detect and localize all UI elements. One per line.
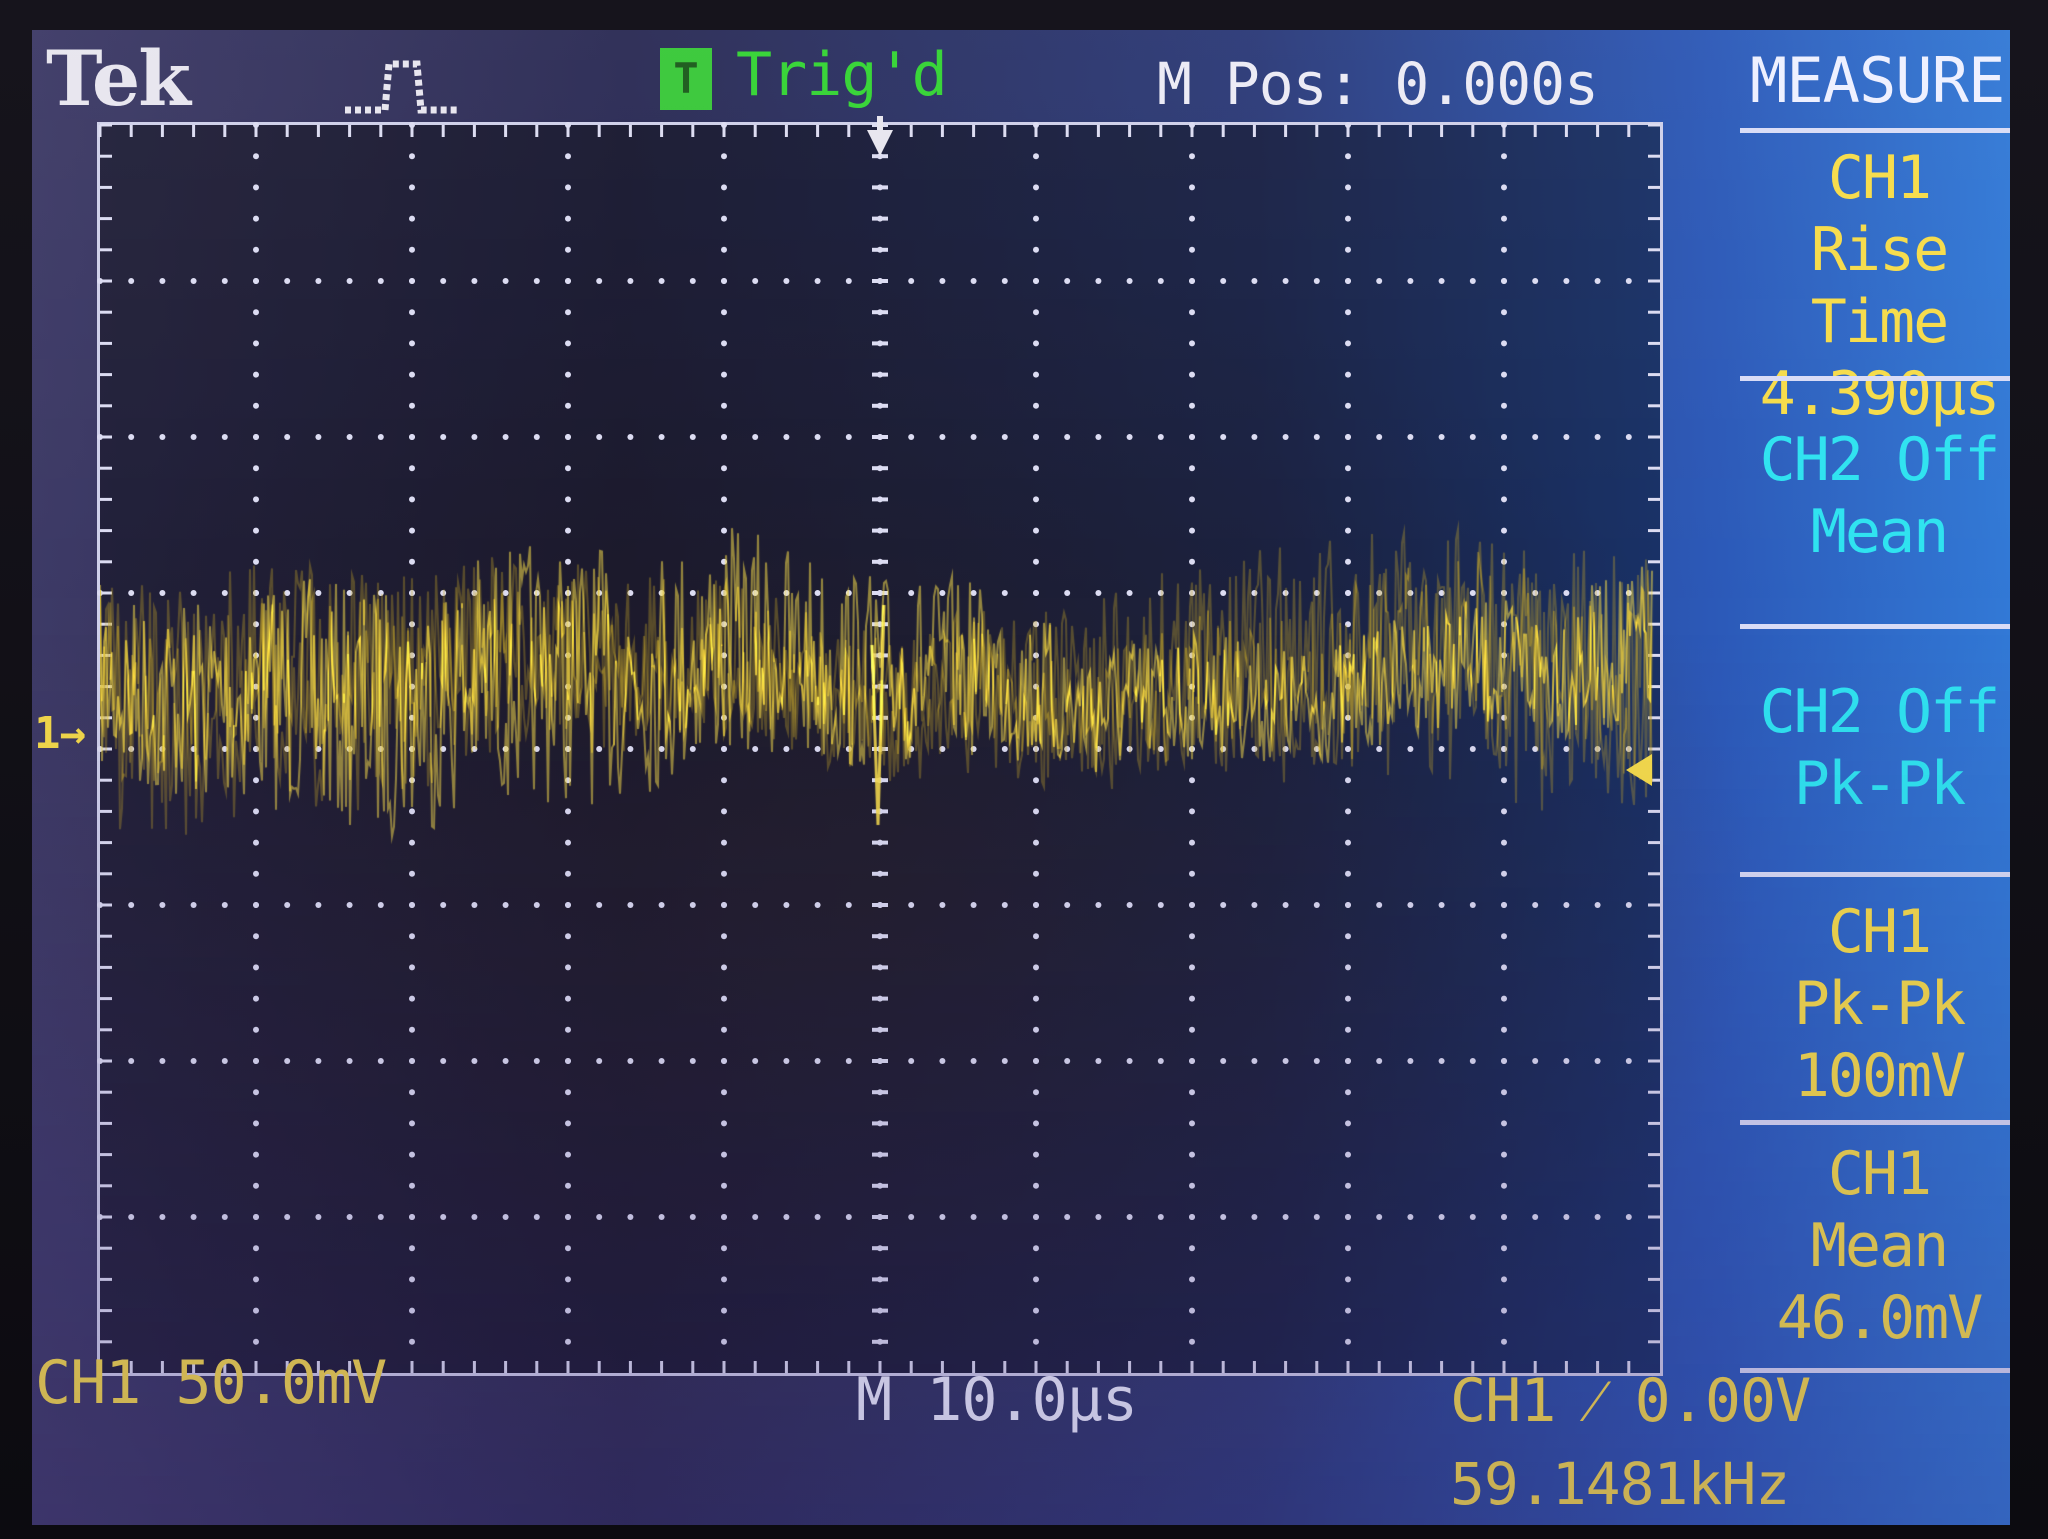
menu-title: MEASURE: [1750, 44, 2005, 117]
run-pulse-icon: [345, 60, 457, 114]
menu-separator: [1740, 624, 2010, 629]
trigger-badge: T: [660, 48, 712, 110]
slot-3-source: CH2 Off: [1759, 677, 2001, 747]
slot-2-source: CH2 Off: [1759, 425, 2001, 495]
slot-3-type: Pk-Pk: [1793, 749, 1967, 819]
trigger-position-marker: [867, 116, 893, 156]
oscilloscope-screen: Tek T Trig'd M Pos: 0.000s 1→ MEASURE CH…: [32, 30, 2010, 1525]
measure-slot-5[interactable]: CH1 Mean 46.0mV: [1740, 1138, 2010, 1354]
menu-separator: [1740, 1120, 2010, 1125]
ch1-ground-marker: 1→: [34, 708, 86, 759]
trigger-status-text: Trig'd: [736, 40, 948, 110]
measure-slot-3[interactable]: CH2 Off Pk-Pk: [1740, 676, 2010, 820]
slot-5-type: Mean: [1810, 1211, 1950, 1281]
slot-2-type: Mean: [1810, 497, 1950, 567]
slot-4-type: Pk-Pk: [1793, 969, 1967, 1039]
measure-slot-2[interactable]: CH2 Off Mean: [1740, 424, 2010, 568]
trigger-readout: CH1 ⁄ 0.00V: [1450, 1366, 1811, 1436]
ch1-waveform: [100, 125, 1654, 1367]
menu-separator: [1740, 376, 2010, 381]
slot-1-type: Rise Time: [1810, 215, 1950, 357]
timebase-readout: M 10.0µs: [856, 1365, 1138, 1435]
menu-separator: [1740, 872, 2010, 877]
tek-logo: Tek: [46, 34, 191, 123]
slot-4-source: CH1: [1827, 897, 1932, 967]
slot-5-source: CH1: [1827, 1139, 1932, 1209]
slot-1-value: 4.390µs: [1759, 359, 2001, 429]
measure-slot-1[interactable]: CH1 Rise Time 4.390µs: [1740, 142, 2010, 430]
main-position-readout: M Pos: 0.000s: [1157, 50, 1599, 118]
slot-5-value: 46.0mV: [1776, 1283, 1984, 1353]
trigger-level-marker: [1626, 754, 1652, 786]
trigger-frequency: 59.1481kHz: [1450, 1450, 1790, 1518]
slot-4-value: 100mV: [1793, 1041, 1967, 1111]
measure-menu: MEASURE CH1 Rise Time 4.390µs CH2 Off Me…: [1700, 30, 2010, 1410]
slot-1-source: CH1: [1827, 143, 1932, 213]
ch1-vertical-scale: CH1 50.0mV: [35, 1348, 387, 1418]
menu-separator: [1740, 128, 2010, 133]
measure-slot-4[interactable]: CH1 Pk-Pk 100mV: [1740, 896, 2010, 1112]
